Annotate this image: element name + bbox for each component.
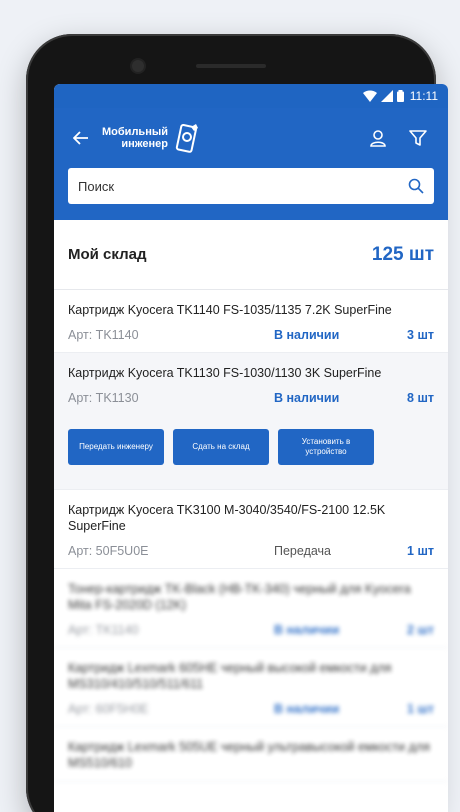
item-title: Картридж Kyocera TK3100 M-3040/3540/FS-2… bbox=[68, 503, 386, 533]
stock-summary: Мой склад 125 шт bbox=[54, 220, 448, 290]
user-icon bbox=[370, 130, 386, 147]
list-item-selected[interactable]: Картридж Kyocera TK1130 FS-1030/1130 3K … bbox=[54, 353, 448, 490]
wifi-icon bbox=[362, 90, 377, 102]
back-button[interactable] bbox=[68, 125, 94, 151]
item-title: Тонер-картридж TK-Black (HB-TK-340) черн… bbox=[68, 582, 411, 612]
list-item[interactable]: Картридж Lexmark 505UE черный ультравысо… bbox=[54, 727, 448, 782]
item-status: В наличии bbox=[274, 391, 340, 405]
phone-wrench-icon bbox=[175, 123, 198, 153]
item-article: Арт: TK1140 bbox=[68, 623, 139, 637]
item-status: В наличии bbox=[274, 328, 340, 342]
list-item[interactable]: Тонер-картридж TK-Black (HB-TK-340) черн… bbox=[54, 569, 448, 648]
filter-icon bbox=[409, 130, 427, 146]
search-box bbox=[68, 168, 434, 204]
item-title: Картридж Kyocera TK1130 FS-1030/1130 3K … bbox=[68, 366, 382, 380]
battery-icon bbox=[396, 90, 404, 102]
return-to-warehouse-button[interactable]: Сдать на склад bbox=[173, 429, 269, 465]
status-time: 11:11 bbox=[409, 89, 438, 103]
stock-list: Мой склад 125 шт Картридж Kyocera TK1140… bbox=[54, 220, 448, 782]
item-status: В наличии bbox=[274, 702, 340, 716]
list-item[interactable]: Картридж Kyocera TK1140 FS-1035/1135 7.2… bbox=[54, 290, 448, 353]
item-status: Передача bbox=[274, 544, 332, 558]
status-icons bbox=[362, 90, 404, 102]
search-input[interactable] bbox=[78, 178, 408, 194]
install-in-device-button[interactable]: Установить в устройство bbox=[278, 429, 374, 465]
summary-count: 125 шт bbox=[371, 243, 434, 265]
signal-icon bbox=[380, 90, 393, 102]
app-screen: 11:11 Мобильный инженер Поиск Мой склад … bbox=[54, 84, 448, 812]
item-article: Арт: TK1140 bbox=[68, 328, 139, 342]
search-bar bbox=[54, 168, 448, 220]
item-title: Картридж Lexmark 505UE черный ультравысо… bbox=[68, 740, 430, 770]
logo-line1: Мобильный bbox=[102, 126, 168, 138]
item-title: Картридж Kyocera TK1140 FS-1035/1135 7.2… bbox=[68, 303, 392, 317]
item-article: Арт: 60F5H0E bbox=[68, 702, 149, 716]
item-actions: Передать инженеру Сдать на склад Установ… bbox=[68, 429, 434, 465]
item-article: Арт: 50F5U0E bbox=[68, 544, 149, 558]
front-camera bbox=[132, 60, 144, 72]
logo-text: Мобильный инженер bbox=[102, 126, 168, 150]
list-item[interactable]: Картридж Lexmark 605HE черный высокой ем… bbox=[54, 648, 448, 727]
item-status: В наличии bbox=[274, 623, 340, 637]
phone-frame: 11:11 Мобильный инженер Поиск Мой склад … bbox=[26, 34, 448, 812]
item-meta: Арт: TK1130 В наличии 8 шт bbox=[68, 391, 434, 405]
logo-line2: инженер bbox=[121, 138, 168, 150]
app-logo: Мобильный инженер bbox=[102, 123, 200, 153]
item-meta: Арт: 60F5H0E В наличии 1 шт bbox=[68, 702, 434, 716]
filter-button[interactable] bbox=[402, 122, 434, 154]
item-quantity: 2 шт bbox=[407, 623, 434, 637]
item-title: Картридж Lexmark 605HE черный высокой ем… bbox=[68, 661, 392, 691]
search-icon[interactable] bbox=[408, 178, 424, 194]
earpiece-speaker bbox=[196, 64, 266, 68]
item-meta: Арт: 50F5U0E Передача 1 шт bbox=[68, 544, 434, 558]
arrow-left-icon bbox=[73, 131, 88, 145]
item-quantity: 1 шт bbox=[407, 544, 434, 558]
status-bar: 11:11 bbox=[54, 84, 448, 108]
summary-label: Мой склад bbox=[68, 246, 147, 263]
item-quantity: 3 шт bbox=[407, 328, 434, 342]
transfer-to-engineer-button[interactable]: Передать инженеру bbox=[68, 429, 164, 465]
profile-button[interactable] bbox=[362, 122, 394, 154]
item-article: Арт: TK1130 bbox=[68, 391, 139, 405]
item-meta: Арт: TK1140 В наличии 3 шт bbox=[68, 328, 434, 342]
app-bar: Мобильный инженер bbox=[54, 108, 448, 168]
item-meta: Арт: TK1140 В наличии 2 шт bbox=[68, 623, 434, 637]
list-item[interactable]: Картридж Kyocera TK3100 M-3040/3540/FS-2… bbox=[54, 490, 448, 569]
item-quantity: 8 шт bbox=[407, 391, 434, 405]
item-quantity: 1 шт bbox=[407, 702, 434, 716]
